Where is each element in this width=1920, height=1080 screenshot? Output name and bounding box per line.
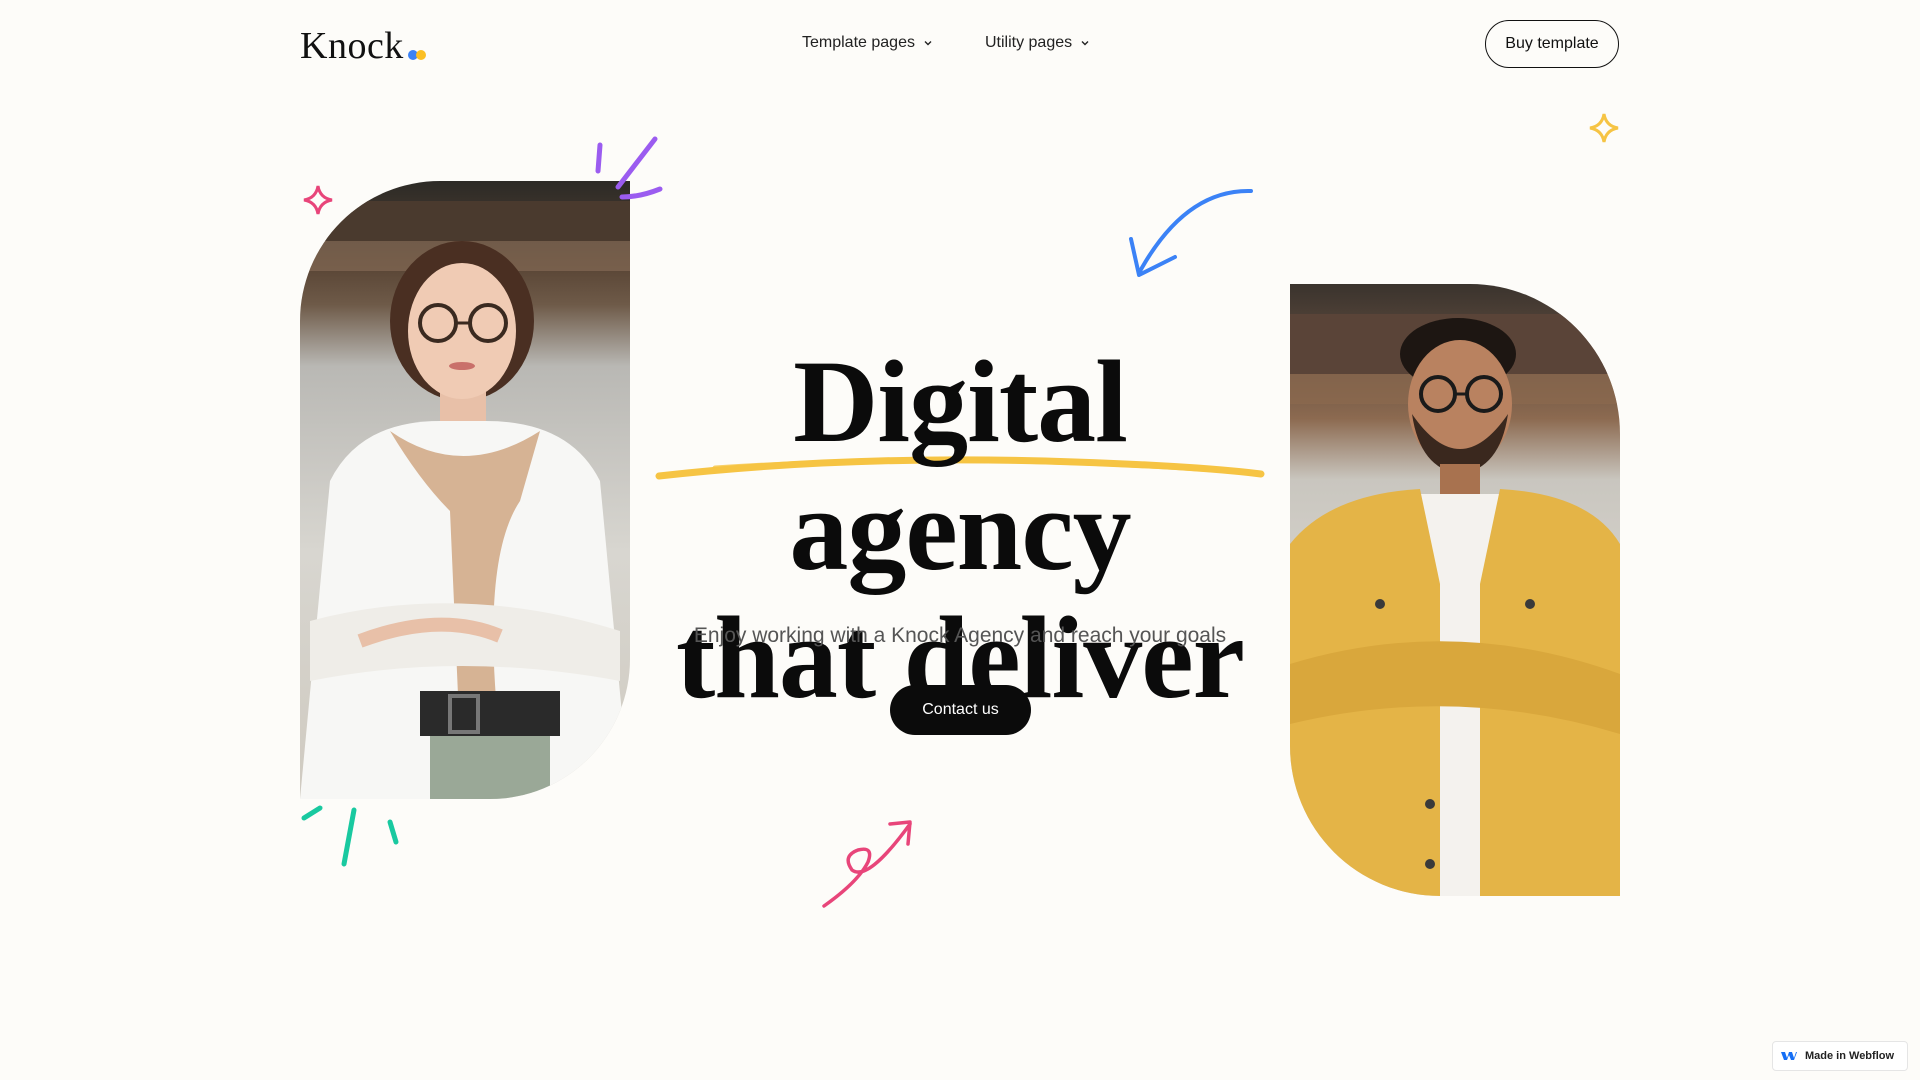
chevron-down-icon bbox=[1081, 41, 1089, 46]
yellow-sparkle-icon bbox=[1589, 113, 1619, 143]
page: Knock Template pages Utility pages Buy t… bbox=[0, 0, 1920, 1080]
hero-subtitle: Enjoy working with a Knock Agency and re… bbox=[693, 624, 1227, 647]
logo-dots bbox=[407, 50, 426, 60]
logo-dot-yellow bbox=[415, 50, 426, 60]
woman-figure bbox=[300, 201, 630, 799]
nav-item-label: Template pages bbox=[802, 34, 915, 51]
purple-burst-icon bbox=[595, 136, 663, 200]
logo[interactable]: Knock bbox=[300, 24, 426, 68]
hero-headline: Digital agency that deliver bbox=[620, 338, 1300, 722]
webflow-logo-icon bbox=[1781, 1052, 1797, 1060]
man-figure bbox=[1290, 314, 1620, 896]
contact-us-button[interactable]: Contact us bbox=[890, 685, 1031, 735]
headline-line-1: Digital agency bbox=[789, 336, 1131, 595]
nav-item-template-pages[interactable]: Template pages bbox=[802, 34, 933, 52]
main-nav: Template pages Utility pages bbox=[802, 34, 1090, 52]
chevron-down-icon bbox=[924, 41, 932, 46]
logo-text: Knock bbox=[300, 25, 404, 67]
badge-label: Made in Webflow bbox=[1805, 1050, 1895, 1062]
nav-item-utility-pages[interactable]: Utility pages bbox=[985, 34, 1090, 52]
blue-arrow-icon bbox=[1129, 188, 1253, 277]
woman-portrait-image bbox=[300, 181, 630, 799]
pink-loop-arrow-icon bbox=[822, 820, 912, 908]
nav-item-label: Utility pages bbox=[984, 34, 1073, 51]
pink-sparkle-icon bbox=[303, 185, 333, 215]
made-in-webflow-badge[interactable]: Made in Webflow bbox=[1772, 1041, 1908, 1071]
man-portrait-image bbox=[1290, 284, 1620, 896]
buy-template-button[interactable]: Buy template bbox=[1485, 20, 1619, 68]
green-burst-icon bbox=[301, 805, 399, 867]
